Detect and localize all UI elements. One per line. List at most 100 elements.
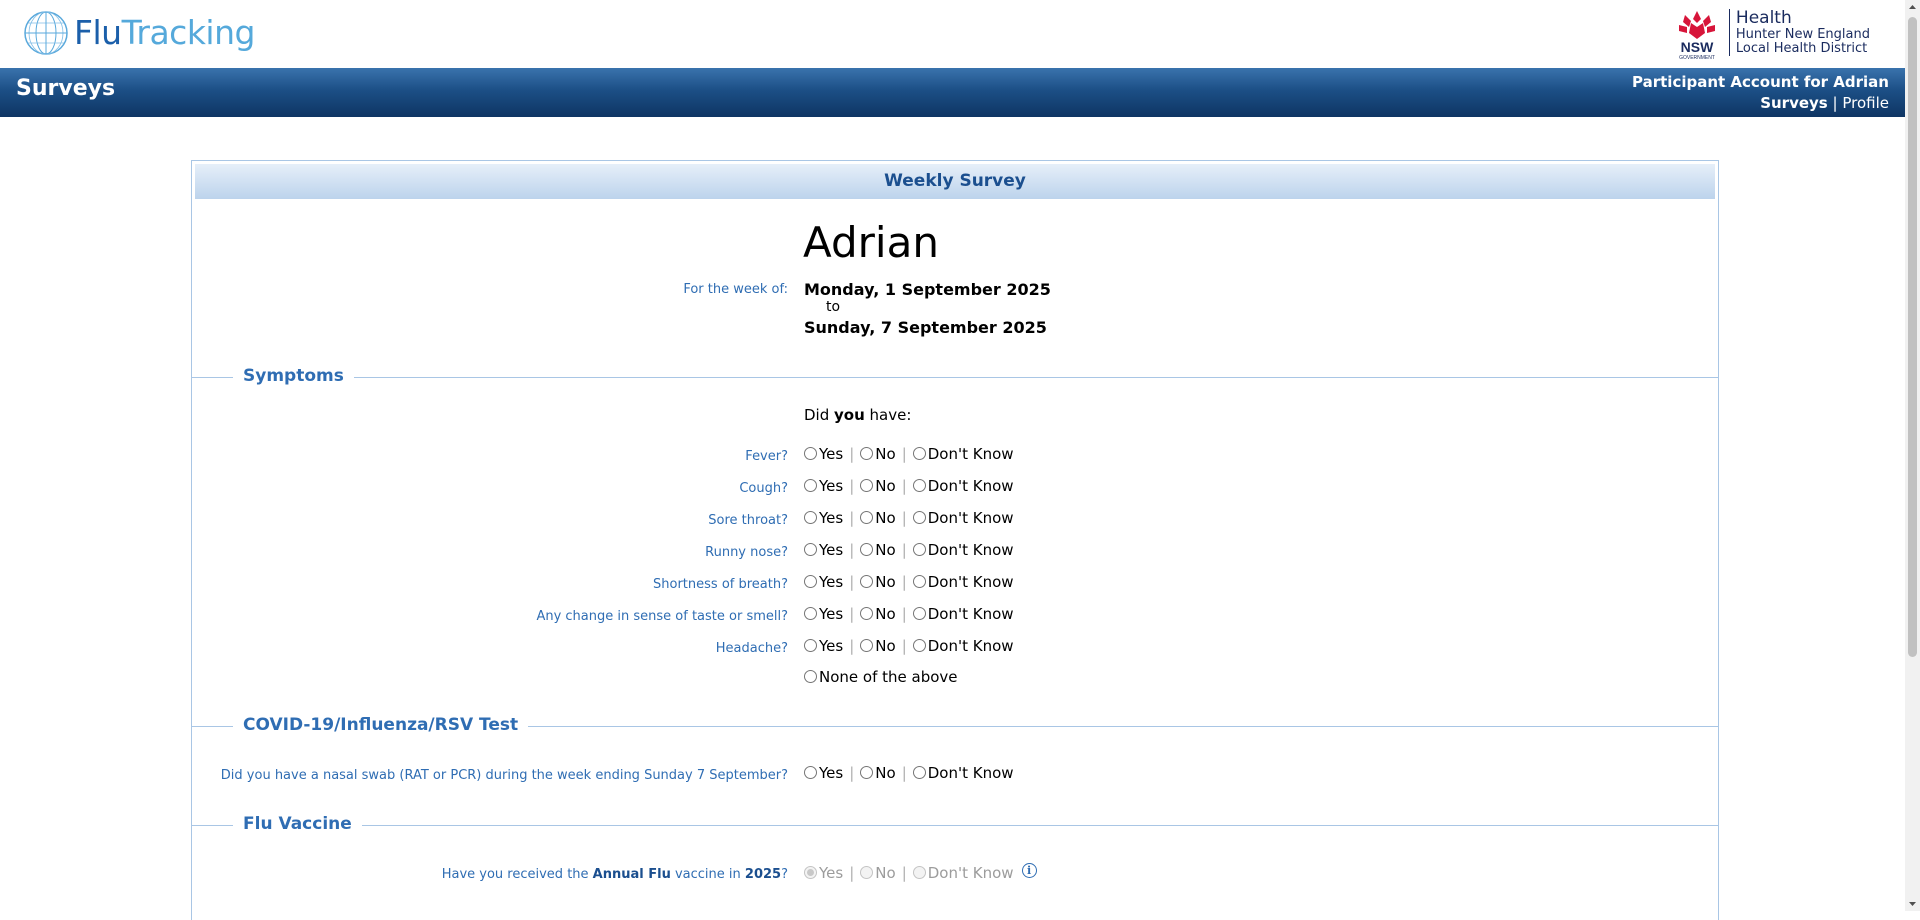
none-of-above-radio[interactable] bbox=[804, 669, 817, 683]
symptom-no-label: No bbox=[875, 541, 896, 559]
vaccine-yes-label: Yes bbox=[819, 864, 844, 882]
test-question-label: Did you have a nasal swab (RAT or PCR) d… bbox=[220, 768, 788, 783]
symptom-no-radio[interactable] bbox=[860, 446, 874, 460]
separator: | bbox=[901, 605, 907, 623]
account-info: Participant Account for Adrian Surveys |… bbox=[1632, 72, 1889, 114]
symptom-question-label: Shortness of breath? bbox=[653, 577, 788, 592]
symptom-no-label: No bbox=[875, 637, 896, 655]
nav-profile-link[interactable]: Profile bbox=[1842, 94, 1889, 112]
header-nav: Surveys | Profile bbox=[1632, 92, 1889, 114]
prompt-bold: you bbox=[834, 406, 865, 424]
separator: | bbox=[849, 764, 855, 782]
symptoms-section-title: Symptoms bbox=[233, 366, 354, 386]
symptom-options: Yes | No | Don't Know bbox=[804, 445, 1014, 463]
scrollbar-thumb[interactable] bbox=[1908, 17, 1917, 657]
symptom-options: Yes | No | Don't Know bbox=[804, 573, 1014, 591]
district-line-1: Hunter New England bbox=[1735, 27, 1870, 42]
vaccine-no-radio[interactable] bbox=[860, 865, 874, 879]
symptoms-prompt: Did you have: bbox=[804, 406, 911, 424]
symptom-no-radio[interactable] bbox=[860, 574, 874, 588]
page-header: Surveys Participant Account for Adrian S… bbox=[0, 68, 1905, 117]
symptom-yes-radio[interactable] bbox=[804, 638, 817, 652]
separator: | bbox=[849, 864, 855, 882]
wordmark-tracking: Tracking bbox=[121, 13, 256, 52]
symptoms-divider bbox=[192, 377, 1718, 378]
vertical-scrollbar[interactable] bbox=[1905, 0, 1920, 911]
separator: | bbox=[849, 605, 855, 623]
symptom-options: Yes | No | Don't Know bbox=[804, 541, 1014, 559]
info-icon[interactable]: i bbox=[1021, 862, 1037, 878]
nav-surveys-link[interactable]: Surveys bbox=[1760, 94, 1828, 112]
symptom-no-label: No bbox=[875, 445, 896, 463]
symptom-no-label: No bbox=[875, 573, 896, 591]
district-line-2: Local Health District bbox=[1735, 41, 1868, 56]
prompt-pre: Did bbox=[804, 406, 835, 424]
symptom-no-radio[interactable] bbox=[860, 478, 874, 492]
separator: | bbox=[901, 445, 907, 463]
separator: | bbox=[901, 509, 907, 527]
nsw-health-text: Health Hunter New England Local Health D… bbox=[1728, 8, 1870, 56]
symptom-dont-know-label: Don't Know bbox=[927, 445, 1014, 463]
week-end-date: Sunday, 7 September 2025 bbox=[804, 318, 1047, 337]
symptom-yes-label: Yes bbox=[819, 637, 844, 655]
test-dont-know-label: Don't Know bbox=[927, 764, 1014, 782]
symptom-dont-know-radio[interactable] bbox=[912, 638, 926, 652]
symptom-question-label: Headache? bbox=[715, 641, 788, 656]
health-title: Health bbox=[1735, 8, 1792, 28]
none-of-above-option[interactable]: None of the above bbox=[804, 668, 958, 686]
scroll-down-arrow-icon[interactable] bbox=[1905, 896, 1920, 911]
symptom-yes-radio[interactable] bbox=[804, 542, 817, 556]
symptom-dont-know-label: Don't Know bbox=[927, 541, 1014, 559]
wordmark-flu: Flu bbox=[74, 13, 122, 52]
none-of-above-label: None of the above bbox=[819, 668, 958, 686]
account-label: Participant Account for Adrian bbox=[1632, 73, 1889, 91]
symptom-no-radio[interactable] bbox=[860, 606, 874, 620]
test-yes-radio[interactable] bbox=[804, 765, 817, 779]
symptom-no-radio[interactable] bbox=[860, 638, 874, 652]
symptom-options: Yes | No | Don't Know bbox=[804, 605, 1014, 623]
scroll-up-arrow-icon[interactable] bbox=[1905, 0, 1920, 15]
test-dont-know-radio[interactable] bbox=[912, 765, 926, 779]
symptom-yes-radio[interactable] bbox=[804, 510, 817, 524]
separator: | bbox=[849, 541, 855, 559]
symptom-no-label: No bbox=[875, 605, 896, 623]
symptom-yes-label: Yes bbox=[819, 541, 844, 559]
vaccine-dont-know-radio[interactable] bbox=[912, 865, 926, 879]
separator: | bbox=[901, 541, 907, 559]
symptom-question-label: Cough? bbox=[739, 481, 788, 496]
symptom-dont-know-radio[interactable] bbox=[912, 574, 926, 588]
symptom-yes-label: Yes bbox=[819, 445, 844, 463]
symptom-dont-know-radio[interactable] bbox=[912, 542, 926, 556]
symptom-yes-radio[interactable] bbox=[804, 478, 817, 492]
symptom-dont-know-radio[interactable] bbox=[912, 510, 926, 524]
symptom-no-radio[interactable] bbox=[860, 542, 874, 556]
vaccine-q-post: ? bbox=[781, 867, 788, 882]
symptom-dont-know-label: Don't Know bbox=[927, 605, 1014, 623]
survey-panel: Weekly Survey bbox=[191, 160, 1719, 920]
separator: | bbox=[901, 764, 907, 782]
test-no-radio[interactable] bbox=[860, 765, 874, 779]
symptom-dont-know-radio[interactable] bbox=[912, 446, 926, 460]
flutracking-logo[interactable]: FluTracking bbox=[22, 9, 255, 57]
nsw-government-label: GOVERNMENT bbox=[1679, 55, 1715, 61]
symptom-dont-know-radio[interactable] bbox=[912, 478, 926, 492]
vaccine-q-pre: Have you received the bbox=[441, 867, 593, 882]
nsw-health-logo: NSW GOVERNMENT Health Hunter New England… bbox=[1671, 9, 1870, 61]
vaccine-q-bold: Annual Flu bbox=[592, 867, 671, 882]
page-title: Surveys bbox=[16, 76, 116, 101]
symptom-options: Yes | No | Don't Know bbox=[804, 637, 1014, 655]
waratah-icon: NSW GOVERNMENT bbox=[1671, 9, 1723, 61]
symptom-yes-radio[interactable] bbox=[804, 606, 817, 620]
symptom-yes-radio[interactable] bbox=[804, 446, 817, 460]
separator: | bbox=[901, 864, 907, 882]
symptom-yes-label: Yes bbox=[819, 573, 844, 591]
symptom-dont-know-radio[interactable] bbox=[912, 606, 926, 620]
vaccine-yes-radio[interactable] bbox=[804, 865, 817, 879]
separator: | bbox=[849, 637, 855, 655]
vaccine-options: Yes | No | Don't Know i bbox=[804, 862, 1037, 882]
symptom-question-label: Any change in sense of taste or smell? bbox=[536, 609, 788, 624]
symptom-no-radio[interactable] bbox=[860, 510, 874, 524]
symptom-question-label: Fever? bbox=[745, 449, 788, 464]
symptom-yes-radio[interactable] bbox=[804, 574, 817, 588]
top-logo-bar: FluTracking NSW GOVERNMENT Health Hunter… bbox=[0, 0, 1905, 68]
